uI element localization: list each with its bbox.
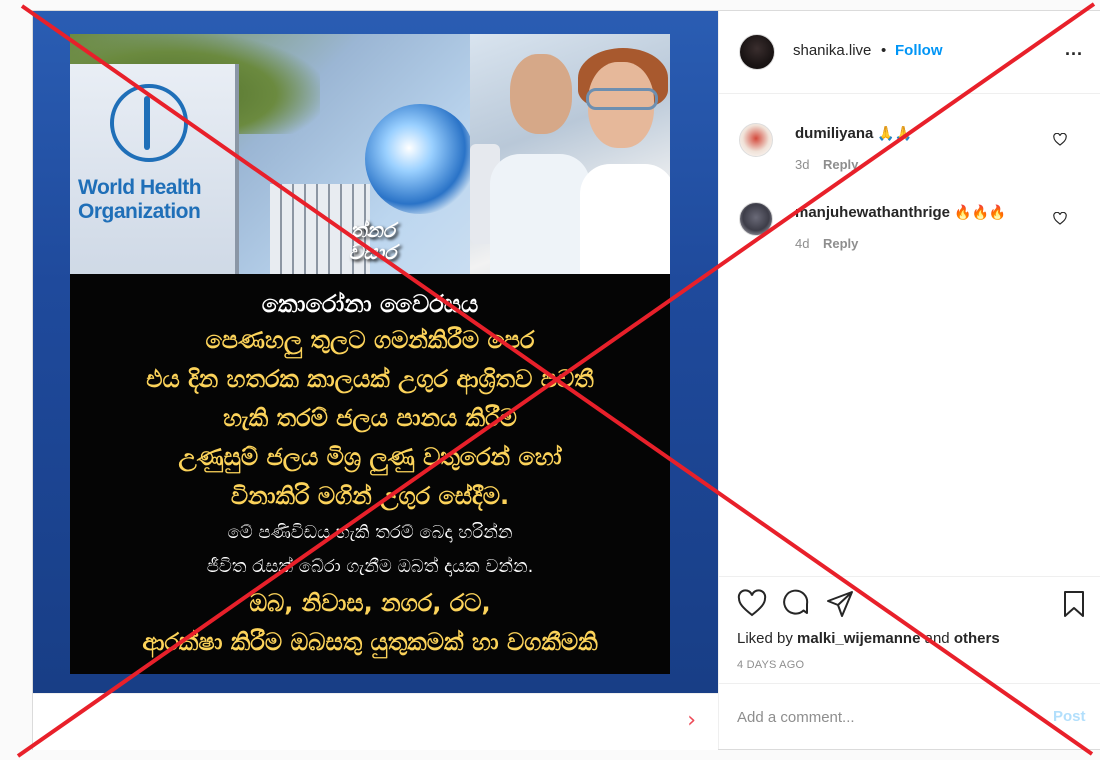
reply-button[interactable]: Reply (823, 157, 858, 172)
heart-icon[interactable] (1053, 211, 1067, 228)
heart-icon[interactable] (737, 589, 767, 619)
separator-dot: • (881, 42, 887, 59)
heart-icon[interactable] (1053, 132, 1067, 149)
who-sign: World Health Organization (70, 64, 239, 274)
comment-username[interactable]: dumiliyana (795, 125, 873, 142)
globe-graphic (365, 104, 475, 214)
caption-line: කොරෝනා වෛරසය (261, 289, 479, 318)
caption-line: එය දින හතරක කාලයක් උගුර ආශ්‍රිතව පවතී (146, 364, 594, 393)
comment-text: dumiliyana 🙏🙏 (795, 125, 912, 142)
post-header: shanika.live • Follow ... (719, 11, 1100, 94)
next-arrow-icon[interactable]: › (687, 708, 696, 733)
comment-emoji: 🔥🔥🔥 (954, 205, 1007, 221)
username-link[interactable]: shanika.live (793, 42, 871, 59)
like-comment-icon (1053, 132, 1067, 146)
post-side-pane: shanika.live • Follow ... dumiliyana 🙏🙏 3… (718, 11, 1100, 749)
caption-line: විනාකිරි මගින් උගුර සේදීම. (230, 481, 510, 510)
bookmark-icon[interactable] (1059, 589, 1089, 619)
media-footer: › (33, 693, 718, 750)
scientist-coat (490, 154, 590, 274)
caption-line: ජීවිත රැසක් බේරා ගැනීම ඔබත් දායක වන්න. (206, 555, 534, 577)
comment-item: manjuhewathanthrige 🔥🔥🔥 4d Reply (719, 202, 1100, 280)
comment-input[interactable] (737, 706, 1017, 728)
caption-line: ඔබ, නිවාස, නගර, රට, (249, 588, 491, 617)
comment-text: manjuhewathanthrige 🔥🔥🔥 (795, 204, 1006, 221)
scientist-face (510, 54, 572, 134)
post-comment-button[interactable]: Post (1053, 708, 1086, 725)
scientists-image (470, 34, 670, 274)
post-actions: Liked by malki_wijemanne and others 4 DA… (719, 576, 1100, 684)
liked-middle: and (920, 630, 954, 647)
comment-time[interactable]: 4d (795, 236, 809, 251)
avatar[interactable] (739, 202, 773, 236)
scientist-coat (580, 164, 670, 274)
post-date[interactable]: 4 DAYS AGO (737, 659, 804, 671)
comment-icon[interactable] (781, 589, 811, 619)
comment-emoji: 🙏🙏 (877, 126, 913, 142)
who-sign-text: World Health Organization (78, 176, 202, 223)
comment-username[interactable]: manjuhewathanthrige (795, 204, 950, 221)
reply-button[interactable]: Reply (823, 236, 858, 251)
caption-box: කොරෝනා වෛරසය පෙණහලු තුලට ගමන්කිරීම පෙර එ… (70, 274, 670, 674)
caption-line: පෙණහලු තුලට ගමන්කිරීම පෙර (205, 325, 535, 354)
caption-line: මේ පණිවිඩය හැකි තරම් බෙදා හරින්න (227, 521, 513, 543)
caption-line: හැකි තරම් ජලය පානය කිරීම (223, 403, 517, 432)
liked-others-link[interactable]: others (954, 630, 1000, 647)
liked-user-link[interactable]: malki_wijemanne (797, 630, 920, 647)
avatar[interactable] (739, 34, 775, 70)
post-media[interactable]: World Health Organization ත්නර වසාර කොරෝ… (33, 11, 718, 693)
channel-logo: ත්නර වසාර (348, 218, 397, 264)
who-emblem-icon (110, 84, 188, 162)
goggles-image (586, 88, 658, 110)
add-comment-bar: Post (719, 683, 1100, 750)
comment-time[interactable]: 3d (795, 157, 809, 172)
like-comment-icon (1053, 211, 1067, 225)
post-photo: World Health Organization ත්නර වසාර (70, 34, 670, 274)
liked-by-line: Liked by malki_wijemanne and others (737, 630, 1000, 647)
follow-button[interactable]: Follow (895, 42, 943, 59)
comment-item: dumiliyana 🙏🙏 3d Reply (719, 123, 1100, 201)
liked-prefix: Liked by (737, 630, 798, 647)
caption-line: උණුසුම් ජලය මිශ්‍ර ලුණු වතුරෙන් හෝ (178, 442, 562, 471)
share-icon[interactable] (825, 589, 855, 619)
caption-line: ආරක්ෂා කිරීම ඔබසතු යුතුකමක් හා වගකීමකි (142, 627, 598, 656)
more-options-icon[interactable]: ... (1065, 39, 1083, 60)
avatar[interactable] (739, 123, 773, 157)
post-card: World Health Organization ත්නර වසාර කොරෝ… (32, 10, 1100, 750)
